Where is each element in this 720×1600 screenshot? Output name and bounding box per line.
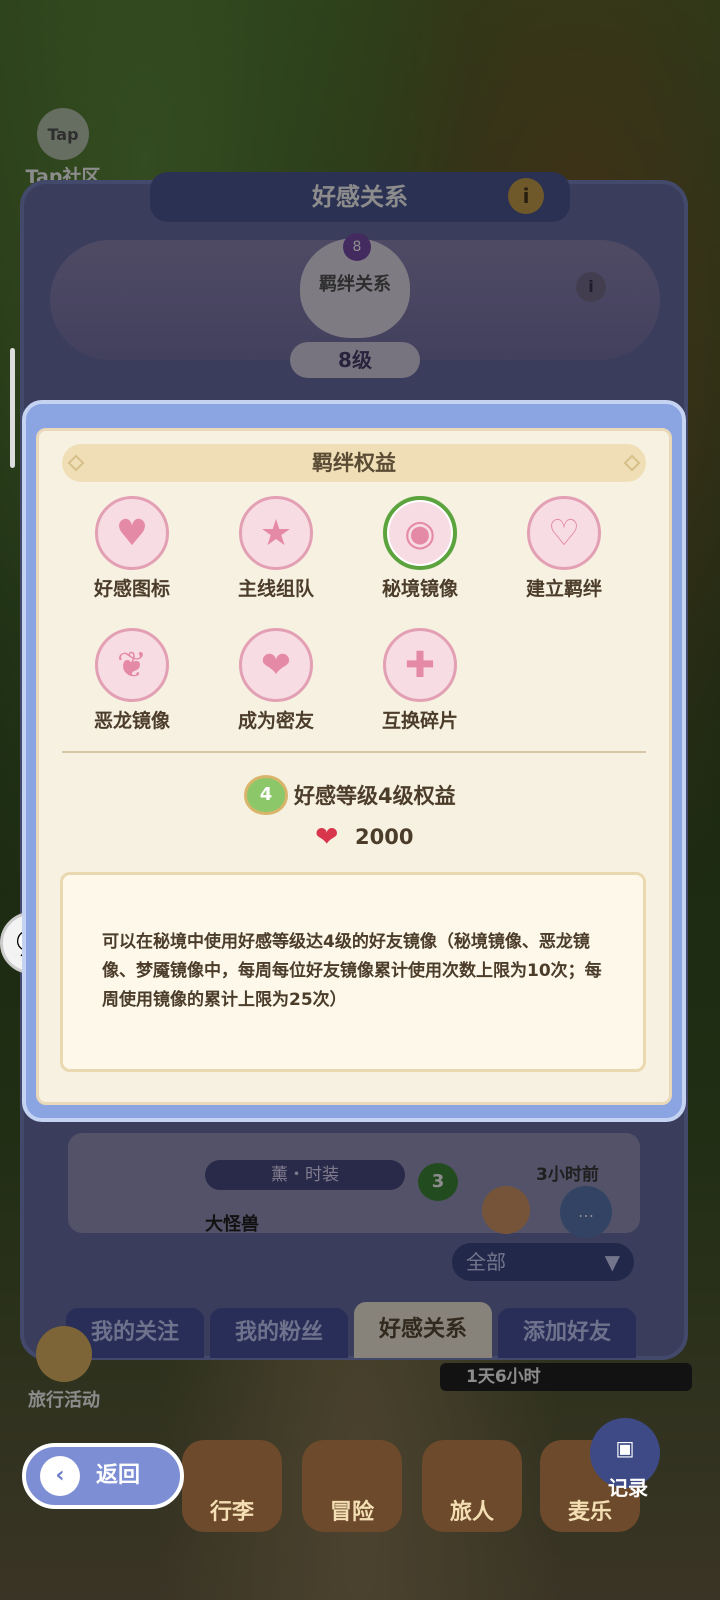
double-heart-icon: ❤ xyxy=(239,628,313,702)
nav-luggage[interactable]: 行李 xyxy=(182,1440,282,1532)
nav-label: 旅人 xyxy=(449,1500,494,1525)
benefit-swap-shards[interactable]: ✚ 互换碎片 xyxy=(350,628,490,733)
eye-icon: ◉ xyxy=(383,496,457,570)
benefit-label: 主线组队 xyxy=(237,578,314,600)
team-icon: ★ xyxy=(239,496,313,570)
benefit-main-team[interactable]: ★ 主线组队 xyxy=(206,496,346,601)
nav-adventure[interactable]: 冒险 xyxy=(302,1440,402,1532)
back-button[interactable]: ‹ 返回 xyxy=(22,1443,184,1509)
nav-travelers[interactable]: 旅人 xyxy=(422,1440,522,1532)
benefit-description: 可以在秘境中使用好感等级达4级的好友镜像（秘境镜像、恶龙镜像、梦魇镜像中，每周每… xyxy=(102,932,602,1010)
heart-currency-icon: ❤ xyxy=(315,820,339,853)
benefit-secret-mirror[interactable]: ◉ 秘境镜像 xyxy=(350,496,490,601)
benefit-affinity-icon[interactable]: ♥ 好感图标 xyxy=(62,496,202,601)
benefit-close-friend[interactable]: ❤ 成为密友 xyxy=(206,628,346,733)
benefit-label: 好感图标 xyxy=(93,578,170,600)
record-button[interactable]: ▣ 记录 xyxy=(590,1418,660,1500)
benefit-build-bond[interactable]: ♡ 建立羁绊 xyxy=(494,496,634,601)
nav-label: 冒险 xyxy=(329,1500,374,1525)
modal-title: 羁绊权益 xyxy=(62,444,646,482)
level-benefit-header: 4 好感等级4级权益 xyxy=(244,775,456,815)
benefit-dragon-mirror[interactable]: ❦ 恶龙镜像 xyxy=(62,628,202,733)
benefit-label: 恶龙镜像 xyxy=(93,710,170,732)
benefit-label: 秘境镜像 xyxy=(381,578,458,600)
affinity-level-badge: 4 xyxy=(244,775,288,815)
rings-icon: ♡ xyxy=(527,496,601,570)
benefit-label: 成为密友 xyxy=(237,710,314,732)
nav-label: 麦乐 xyxy=(567,1500,612,1525)
benefit-label: 建立羁绊 xyxy=(525,578,602,600)
back-arrow-icon: ‹ xyxy=(40,1456,80,1496)
cost-row: ❤ 2000 xyxy=(315,822,413,852)
nav-label: 行李 xyxy=(209,1500,254,1525)
heart-icon: ♥ xyxy=(95,496,169,570)
book-icon: ▣ xyxy=(615,1436,635,1460)
level-benefit-title: 好感等级4级权益 xyxy=(294,784,456,808)
cost-value: 2000 xyxy=(355,825,414,849)
puzzle-icon: ✚ xyxy=(383,628,457,702)
scroll-indicator xyxy=(10,348,15,468)
dragon-icon: ❦ xyxy=(95,628,169,702)
record-label: 记录 xyxy=(608,1476,648,1500)
benefit-label: 互换碎片 xyxy=(381,710,458,732)
divider xyxy=(62,751,646,753)
back-label: 返回 xyxy=(96,1463,141,1488)
